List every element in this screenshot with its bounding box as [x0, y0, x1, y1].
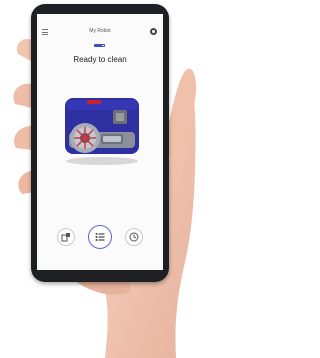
robot-vacuum-image — [65, 98, 139, 165]
app-screen: My Robot Ready to clean — [37, 14, 163, 270]
product-photo: My Robot Ready to clean — [0, 0, 260, 358]
robot-map-icon — [61, 233, 70, 242]
list-icon — [95, 233, 105, 241]
top-bar: My Robot — [37, 14, 163, 36]
bottom-nav — [37, 225, 163, 258]
nav-schedule-button[interactable] — [125, 228, 143, 246]
page-title: My Robot — [89, 28, 111, 34]
nav-list-button[interactable] — [88, 225, 112, 249]
settings-icon[interactable] — [150, 28, 157, 35]
clock-icon — [129, 232, 139, 242]
battery-fill — [95, 45, 102, 46]
status-text: Ready to clean — [73, 55, 127, 64]
nav-map-button[interactable] — [57, 228, 75, 246]
battery-indicator — [94, 44, 105, 47]
